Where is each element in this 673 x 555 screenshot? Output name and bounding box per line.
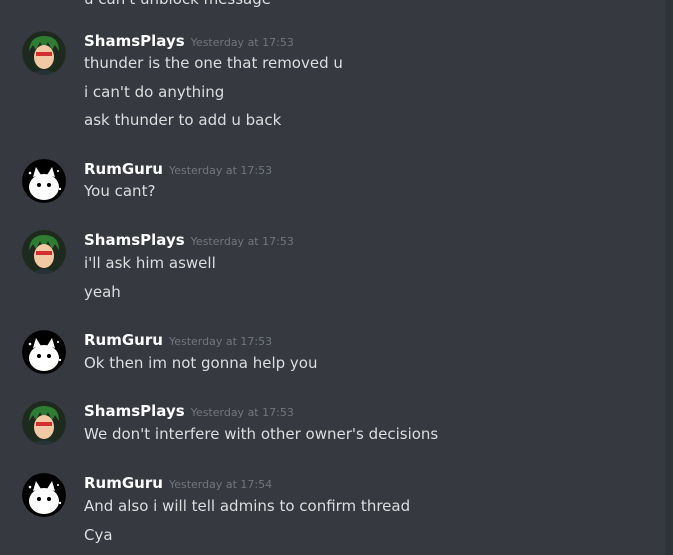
message-text: Ok then im not gonna help you bbox=[84, 354, 318, 372]
white-cat-mask-avatar-icon[interactable] bbox=[22, 473, 66, 517]
message-header: ShamsPlays Yesterday at 17:53 bbox=[84, 401, 294, 421]
message-text: yeah bbox=[84, 283, 121, 301]
timestamp: Yesterday at 17:53 bbox=[190, 235, 294, 248]
timestamp: Yesterday at 17:53 bbox=[168, 335, 273, 348]
white-cat-mask-avatar-icon[interactable] bbox=[22, 330, 66, 374]
message-text: i'll ask him aswell bbox=[84, 254, 216, 272]
message-text: You cant? bbox=[84, 182, 156, 200]
white-cat-mask-avatar-icon[interactable] bbox=[22, 159, 66, 203]
timestamp: Yesterday at 17:53 bbox=[168, 164, 273, 177]
message-text: thunder is the one that removed u bbox=[84, 54, 343, 72]
message-header: RumGuru Yesterday at 17:53 bbox=[84, 330, 272, 350]
message-text: ask thunder to add u back bbox=[84, 111, 282, 129]
username[interactable]: ShamsPlays bbox=[84, 32, 185, 50]
message-text: Cya bbox=[84, 526, 113, 544]
timestamp: Yesterday at 17:53 bbox=[190, 36, 294, 49]
chat-messages[interactable]: u can't unblock message ShamsPlays Yester… bbox=[0, 0, 673, 555]
username[interactable]: RumGuru bbox=[84, 474, 163, 492]
message-text: i can't do anything bbox=[84, 83, 225, 101]
message-text: And also i will tell admins to confirm t… bbox=[84, 497, 411, 515]
scrollbar[interactable] bbox=[665, 0, 673, 555]
message-header: ShamsPlays Yesterday at 17:53 bbox=[84, 31, 294, 51]
message-header: ShamsPlays Yesterday at 17:53 bbox=[84, 230, 294, 250]
message-header: RumGuru Yesterday at 17:53 bbox=[84, 159, 272, 179]
message-header: RumGuru Yesterday at 17:54 bbox=[84, 473, 272, 493]
green-hair-anime-avatar-icon[interactable] bbox=[22, 230, 66, 274]
green-hair-anime-avatar-icon[interactable] bbox=[22, 401, 66, 445]
cutoff-message-line: u can't unblock message bbox=[84, 0, 271, 9]
username[interactable]: RumGuru bbox=[84, 331, 163, 349]
username[interactable]: RumGuru bbox=[84, 160, 163, 178]
timestamp: Yesterday at 17:53 bbox=[190, 406, 294, 419]
username[interactable]: ShamsPlays bbox=[84, 231, 185, 249]
green-hair-anime-avatar-icon[interactable] bbox=[22, 31, 66, 75]
message-text: We don't interfere with other owner's de… bbox=[84, 425, 439, 443]
timestamp: Yesterday at 17:54 bbox=[168, 478, 273, 491]
username[interactable]: ShamsPlays bbox=[84, 402, 185, 420]
